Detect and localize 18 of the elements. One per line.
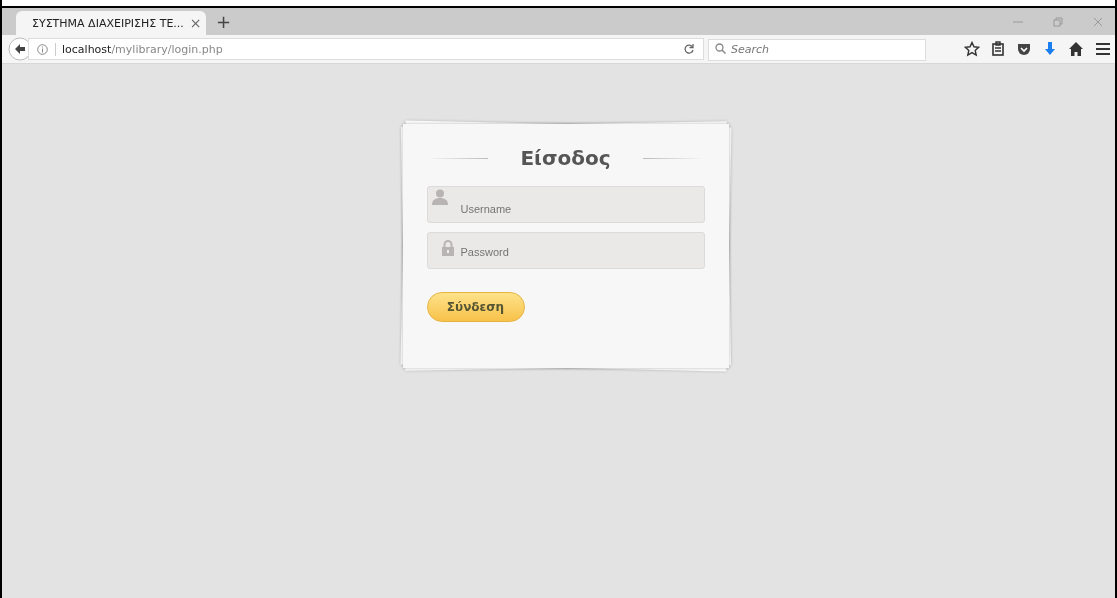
reload-icon[interactable] xyxy=(683,43,695,55)
home-icon[interactable] xyxy=(1068,41,1084,57)
tab-close-button[interactable]: × xyxy=(189,15,202,31)
new-tab-button[interactable]: + xyxy=(216,12,232,32)
username-field[interactable]: Username xyxy=(426,186,705,223)
login-title: Είσοδος xyxy=(520,146,611,170)
search-icon xyxy=(715,43,726,54)
download-icon[interactable] xyxy=(1043,41,1057,57)
url-text: localhost/mylibrary/login.php xyxy=(55,42,223,56)
star-icon[interactable] xyxy=(964,41,980,57)
password-field[interactable]: Password xyxy=(426,232,705,269)
address-bar[interactable]: localhost/mylibrary/login.php xyxy=(28,38,704,60)
login-button[interactable]: Σύνδεση xyxy=(426,292,525,322)
info-icon xyxy=(37,43,48,55)
tab-title: ΣΥΣΤΗΜΑ ΔΙΑΧΕΙΡΙΣΗΣ ΤΕ... xyxy=(32,16,184,30)
search-field[interactable]: Search xyxy=(708,38,926,61)
browser-tab[interactable]: ΣΥΣΤΗΜΑ ΔΙΑΧΕΙΡΙΣΗΣ ΤΕ... × xyxy=(16,11,206,35)
menu-icon[interactable] xyxy=(1095,41,1111,57)
